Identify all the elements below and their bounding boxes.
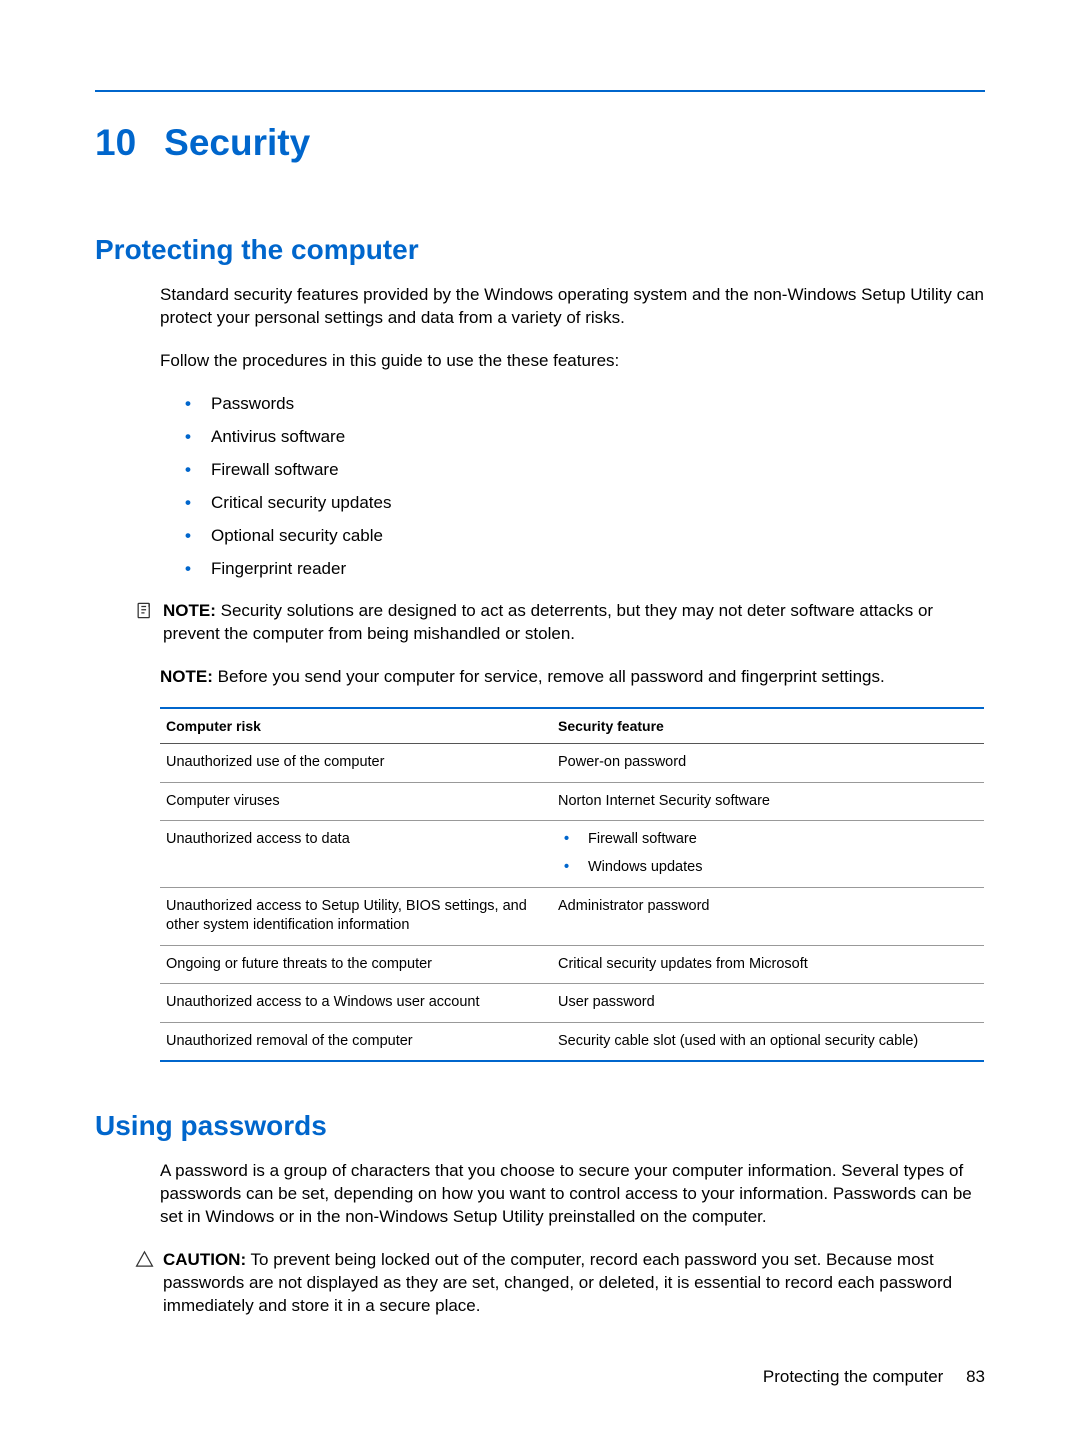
caution-icon: [135, 1250, 157, 1273]
chapter-title: Security: [164, 122, 310, 163]
table-header-risk: Computer risk: [160, 708, 552, 744]
list-item: Antivirus software: [185, 426, 985, 449]
table-row: Unauthorized access to Setup Utility, BI…: [160, 887, 984, 945]
table-header-feature: Security feature: [552, 708, 984, 744]
feature-cell-list: Firewall software Windows updates: [558, 830, 978, 877]
note-block: NOTE: Security solutions are designed to…: [135, 600, 985, 646]
note-text: NOTE: Security solutions are designed to…: [163, 600, 985, 646]
risk-cell: Unauthorized access to data: [160, 821, 552, 887]
table-row: Ongoing or future threats to the compute…: [160, 945, 984, 984]
feature-cell: Norton Internet Security software: [552, 782, 984, 821]
caution-content: To prevent being locked out of the compu…: [163, 1250, 952, 1315]
note-icon: [135, 601, 157, 625]
caution-label: CAUTION:: [163, 1250, 246, 1269]
follow-paragraph: Follow the procedures in this guide to u…: [160, 350, 985, 373]
chapter-number: 10: [95, 122, 136, 164]
chapter-heading: 10 Security: [95, 122, 985, 164]
note-label: NOTE:: [160, 667, 213, 686]
risk-cell: Computer viruses: [160, 782, 552, 821]
feature-cell: Security cable slot (used with an option…: [552, 1022, 984, 1061]
feature-cell: User password: [552, 984, 984, 1023]
list-item: Optional security cable: [185, 525, 985, 548]
top-divider: [95, 90, 985, 92]
intro-paragraph: Standard security features provided by t…: [160, 284, 985, 330]
feature-cell: Critical security updates from Microsoft: [552, 945, 984, 984]
risk-cell: Unauthorized access to Setup Utility, BI…: [160, 887, 552, 945]
list-item: Passwords: [185, 393, 985, 416]
feature-cell: Administrator password: [552, 887, 984, 945]
note-content: Before you send your computer for servic…: [213, 667, 885, 686]
caution-text: CAUTION: To prevent being locked out of …: [163, 1249, 985, 1318]
table-row: Unauthorized access to a Windows user ac…: [160, 984, 984, 1023]
risk-feature-table: Computer risk Security feature Unauthori…: [160, 707, 984, 1062]
note-label: NOTE:: [163, 601, 216, 620]
list-item: Firewall software: [558, 830, 978, 850]
list-item: Windows updates: [558, 858, 978, 878]
page-number: 83: [966, 1367, 985, 1386]
list-item: Fingerprint reader: [185, 558, 985, 581]
feature-cell: Power-on password: [552, 744, 984, 783]
note-sub: NOTE: Before you send your computer for …: [160, 666, 985, 689]
section-heading-protecting: Protecting the computer: [95, 234, 985, 266]
table-row: Unauthorized access to data Firewall sof…: [160, 821, 984, 887]
risk-cell: Unauthorized removal of the computer: [160, 1022, 552, 1061]
feature-list: Passwords Antivirus software Firewall so…: [185, 393, 985, 581]
caution-block: CAUTION: To prevent being locked out of …: [135, 1249, 985, 1318]
list-item: Firewall software: [185, 459, 985, 482]
section-heading-passwords: Using passwords: [95, 1110, 985, 1142]
page-footer: Protecting the computer 83: [763, 1367, 985, 1387]
table-row: Computer viruses Norton Internet Securit…: [160, 782, 984, 821]
table-row: Unauthorized use of the computer Power-o…: [160, 744, 984, 783]
risk-cell: Ongoing or future threats to the compute…: [160, 945, 552, 984]
passwords-intro: A password is a group of characters that…: [160, 1160, 985, 1229]
footer-section: Protecting the computer: [763, 1367, 943, 1386]
list-item: Critical security updates: [185, 492, 985, 515]
risk-cell: Unauthorized access to a Windows user ac…: [160, 984, 552, 1023]
table-row: Unauthorized removal of the computer Sec…: [160, 1022, 984, 1061]
feature-cell: Firewall software Windows updates: [552, 821, 984, 887]
note-content: Security solutions are designed to act a…: [163, 601, 933, 643]
risk-cell: Unauthorized use of the computer: [160, 744, 552, 783]
